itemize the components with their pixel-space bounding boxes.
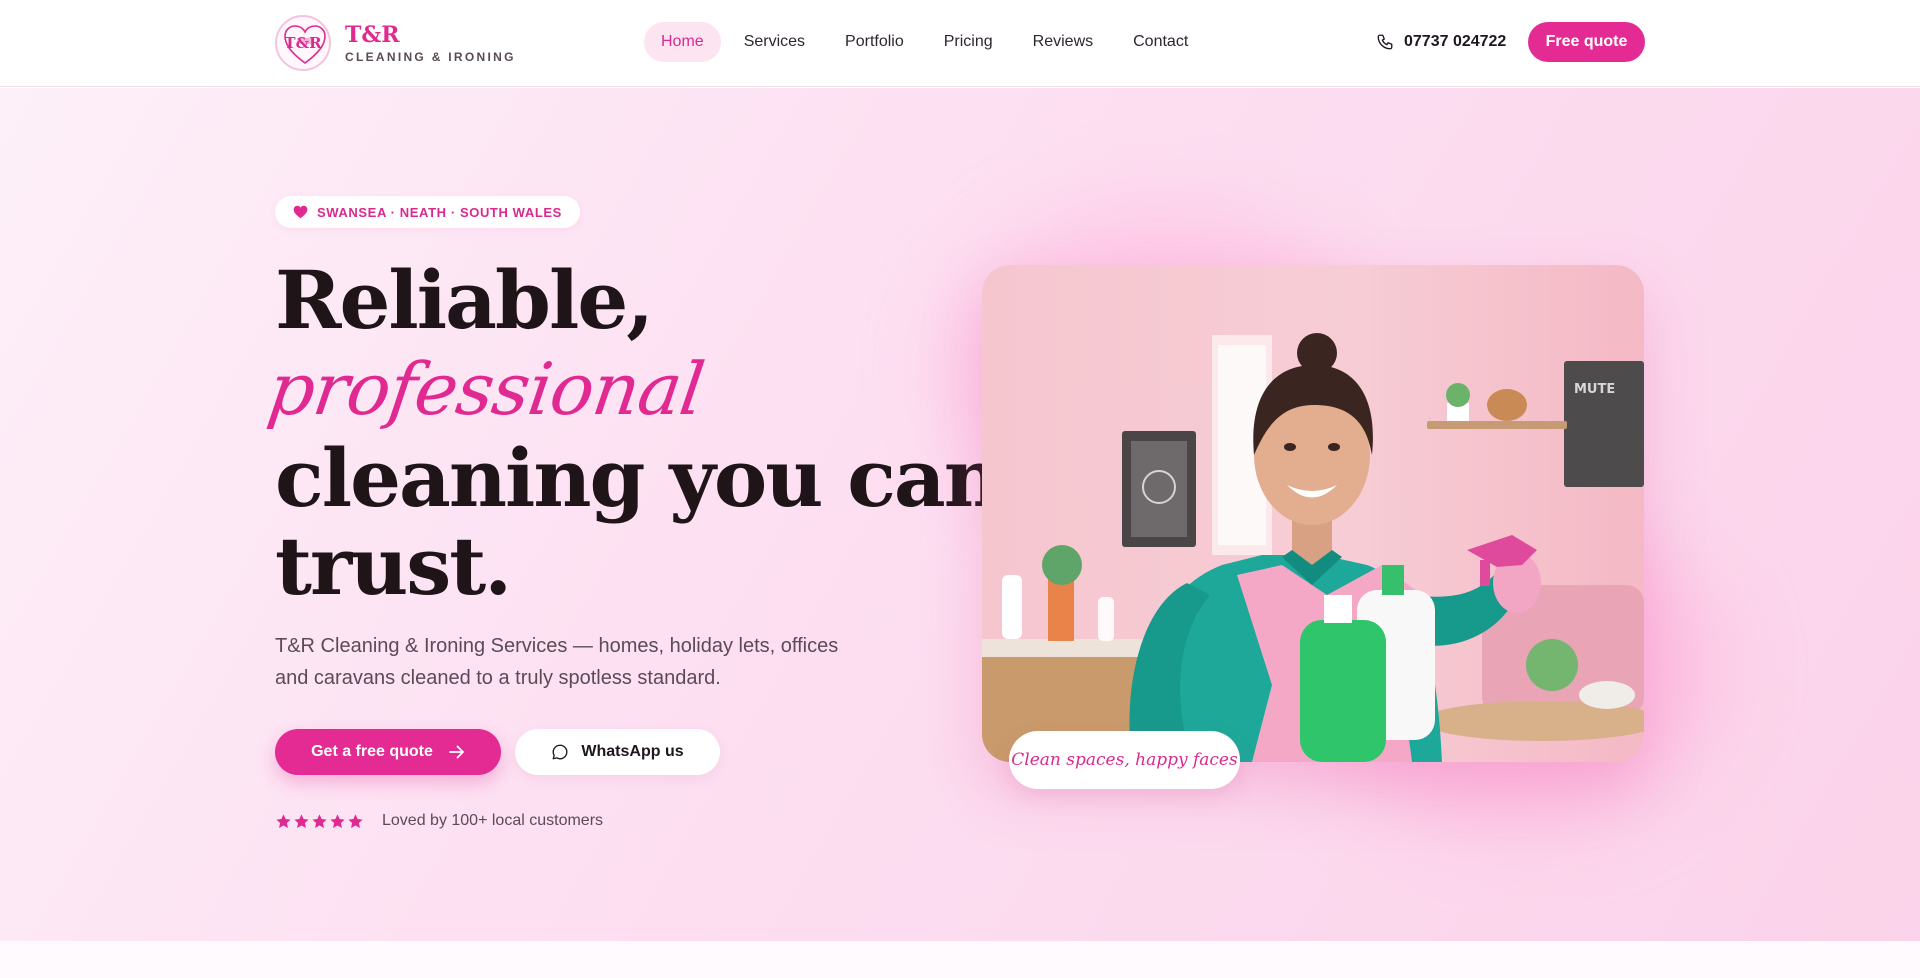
phone-number: 07737 024722 <box>1404 33 1507 50</box>
sign-text: MUTE <box>1574 382 1615 397</box>
star-icon <box>330 813 345 828</box>
get-quote-button[interactable]: Get a free quote <box>275 729 501 775</box>
customer-rating: Loved by 100+ local customers <box>275 810 603 832</box>
whatsapp-button[interactable]: WhatsApp us <box>515 729 720 775</box>
star-icon <box>294 813 309 828</box>
headline-line-3: trust. <box>275 519 512 613</box>
location-badge: SWANSEA · NEATH · SOUTH WALES <box>275 196 580 228</box>
star-icon <box>312 813 327 828</box>
brand-tagline: CLEANING & IRONING <box>345 49 516 64</box>
heart-icon <box>293 205 308 219</box>
hero-lead: T&R Cleaning & Ironing Services — homes,… <box>275 635 839 689</box>
next-section <box>0 941 1920 978</box>
logo-monogram: T&R <box>284 33 322 52</box>
rating-stars <box>275 813 364 830</box>
rating-text: Loved by 100+ local customers <box>382 812 604 829</box>
logo-mark: T&R <box>275 15 331 71</box>
nav-item-portfolio[interactable]: Portfolio <box>828 22 921 62</box>
nav-item-home[interactable]: Home <box>644 22 721 62</box>
main-nav: Home Services Portfolio Pricing Reviews … <box>644 21 1205 63</box>
chat-bubble-icon <box>552 744 568 760</box>
arrow-right-icon <box>449 745 464 759</box>
star-icon <box>276 813 291 828</box>
logo-text: T&R CLEANING & IRONING <box>345 24 516 63</box>
get-quote-label: Get a free quote <box>311 743 433 760</box>
phone-icon <box>1377 34 1393 50</box>
whatsapp-label: WhatsApp us <box>581 743 684 760</box>
hero-image: MUTE <box>982 265 1644 762</box>
star-icon <box>348 813 363 828</box>
headline-script: professional <box>263 347 709 431</box>
site-header: T&R T&R CLEANING & IRONING Home Services… <box>0 0 1920 87</box>
nav-item-contact[interactable]: Contact <box>1116 22 1205 62</box>
badge-text: SWANSEA · NEATH · SOUTH WALES <box>317 204 562 220</box>
cleaner-photo: MUTE <box>982 265 1644 762</box>
brand-name: T&R <box>345 21 400 48</box>
headline-line-1: Reliable, <box>275 253 654 347</box>
nav-item-services[interactable]: Services <box>727 22 822 62</box>
free-quote-button[interactable]: Free quote <box>1528 22 1645 62</box>
hero-section: SWANSEA · NEATH · SOUTH WALES Reliable, … <box>0 88 1920 941</box>
phone-link[interactable]: 07737 024722 <box>1376 29 1506 55</box>
image-caption: Clean spaces, happy faces <box>1009 731 1240 789</box>
nav-item-reviews[interactable]: Reviews <box>1016 22 1110 62</box>
headline-line-2: cleaning you can <box>275 431 1002 525</box>
brand-logo[interactable]: T&R T&R CLEANING & IRONING <box>275 14 516 72</box>
nav-item-pricing[interactable]: Pricing <box>927 22 1010 62</box>
hero-headline: Reliable, professional cleaning you can … <box>263 253 1002 613</box>
